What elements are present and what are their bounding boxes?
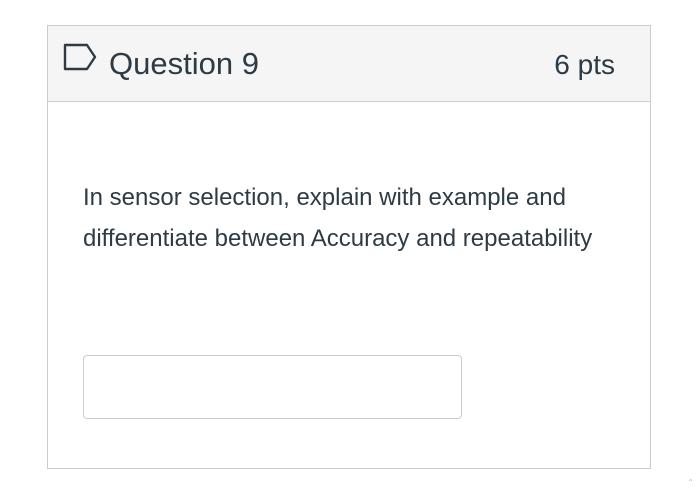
quiz-page: Question 9 6 pts In sensor selection, ex… <box>0 0 700 493</box>
answer-input[interactable] <box>83 355 462 419</box>
question-points: 6 pts <box>554 49 615 80</box>
question-title: Question 9 <box>109 46 259 81</box>
question-body: In sensor selection, explain with exampl… <box>48 102 650 468</box>
question-header: Question 9 6 pts <box>48 26 650 102</box>
question-prompt: In sensor selection, explain with exampl… <box>83 184 593 252</box>
scroll-up-caret-icon[interactable]: ⌃ <box>687 479 694 487</box>
question-card: Question 9 6 pts In sensor selection, ex… <box>47 25 651 469</box>
bookmark-outline-icon[interactable] <box>62 42 98 72</box>
